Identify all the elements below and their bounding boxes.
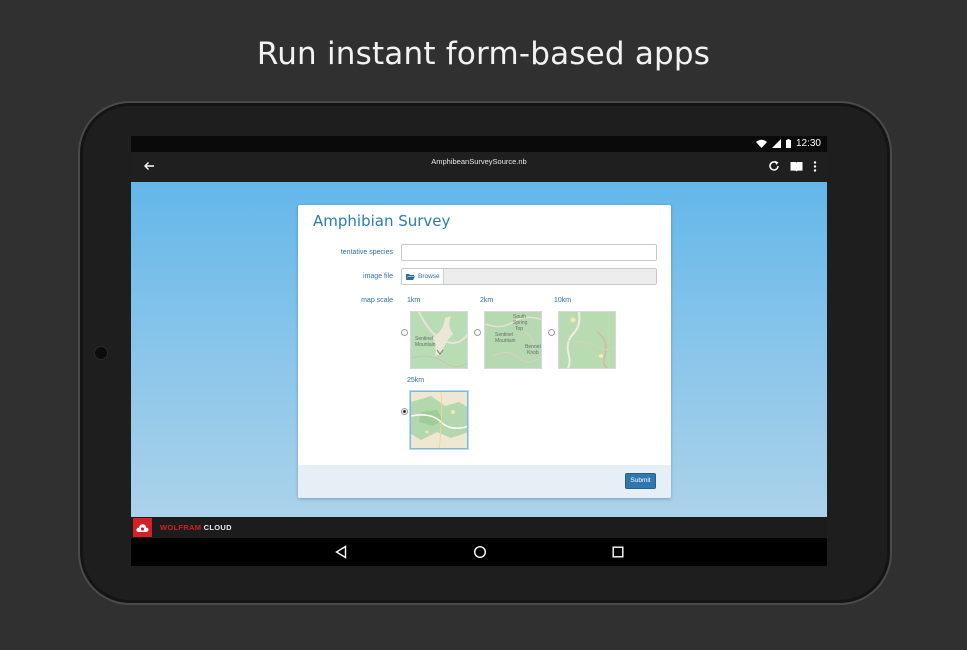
wifi-icon: [755, 139, 767, 148]
map-scale-label: map scale: [361, 297, 393, 304]
species-input[interactable]: [401, 244, 657, 261]
app-content: Amphibian Survey tentative species image…: [131, 182, 827, 517]
svg-text:Top: Top: [515, 326, 523, 332]
svg-text:Knob: Knob: [527, 350, 539, 356]
map-option-label: 1km: [407, 297, 421, 304]
folder-open-icon: [406, 274, 415, 280]
wolfram-footer-bar: WOLFRAM CLOUD: [131, 517, 827, 538]
more-vertical-icon[interactable]: [813, 160, 817, 172]
map-option-radio-selected[interactable]: [401, 408, 408, 415]
wolfram-brand-text: WOLFRAM CLOUD: [160, 523, 232, 532]
nav-home-icon[interactable]: [473, 545, 487, 559]
document-title: AmphibeanSurveySource.nb: [431, 157, 527, 166]
map-thumbnail-10km[interactable]: [558, 311, 616, 369]
species-label: tentative species: [340, 249, 393, 256]
wolfram-cloud-logo: [133, 518, 152, 537]
book-icon[interactable]: [790, 161, 803, 172]
form-card: Amphibian Survey tentative species image…: [298, 205, 671, 498]
nav-recents-icon[interactable]: [612, 545, 624, 559]
app-bar: AmphibeanSurveySource.nb: [131, 152, 827, 182]
brand-cloud: CLOUD: [203, 523, 232, 532]
refresh-icon[interactable]: [768, 160, 780, 172]
signal-icon: [771, 139, 781, 148]
brand-wolfram: WOLFRAM: [160, 523, 202, 532]
status-bar: 12:30: [131, 136, 827, 152]
svg-text:Mountain: Mountain: [495, 338, 516, 344]
map-thumbnail-1km[interactable]: Sentinel Mountain: [410, 311, 468, 369]
map-option-label: 25km: [407, 377, 425, 384]
map-option-radio[interactable]: [548, 329, 555, 336]
status-time: 12:30: [795, 138, 821, 149]
form-footer: Submit: [298, 465, 671, 498]
map-option-radio[interactable]: [474, 329, 481, 336]
svg-text:Mountain: Mountain: [415, 342, 436, 348]
headline: Run instant form-based apps: [256, 36, 711, 72]
cloud-icon: [136, 523, 149, 532]
battery-icon: [785, 139, 791, 148]
nav-back-icon[interactable]: [335, 545, 347, 559]
device-screen: 12:30 AmphibeanSurveySource.nb Amphibian…: [131, 136, 827, 566]
submit-button[interactable]: Submit: [625, 473, 656, 489]
camera-lens: [94, 346, 108, 360]
browse-label: Browse: [418, 273, 440, 280]
map-thumbnail-25km[interactable]: [410, 391, 468, 449]
map-option-label: 2km: [480, 297, 494, 304]
form-title: Amphibian Survey: [313, 212, 451, 230]
image-file-input[interactable]: Browse: [401, 268, 657, 285]
map-option-radio[interactable]: [401, 329, 408, 336]
android-nav-bar: [131, 538, 827, 566]
map-thumbnail-2km[interactable]: South Spring Top Sentinel Mountain Benne…: [484, 311, 542, 369]
browse-button[interactable]: Browse: [402, 269, 444, 284]
image-file-label: image file: [363, 273, 393, 280]
map-option-label: 10km: [554, 297, 572, 304]
